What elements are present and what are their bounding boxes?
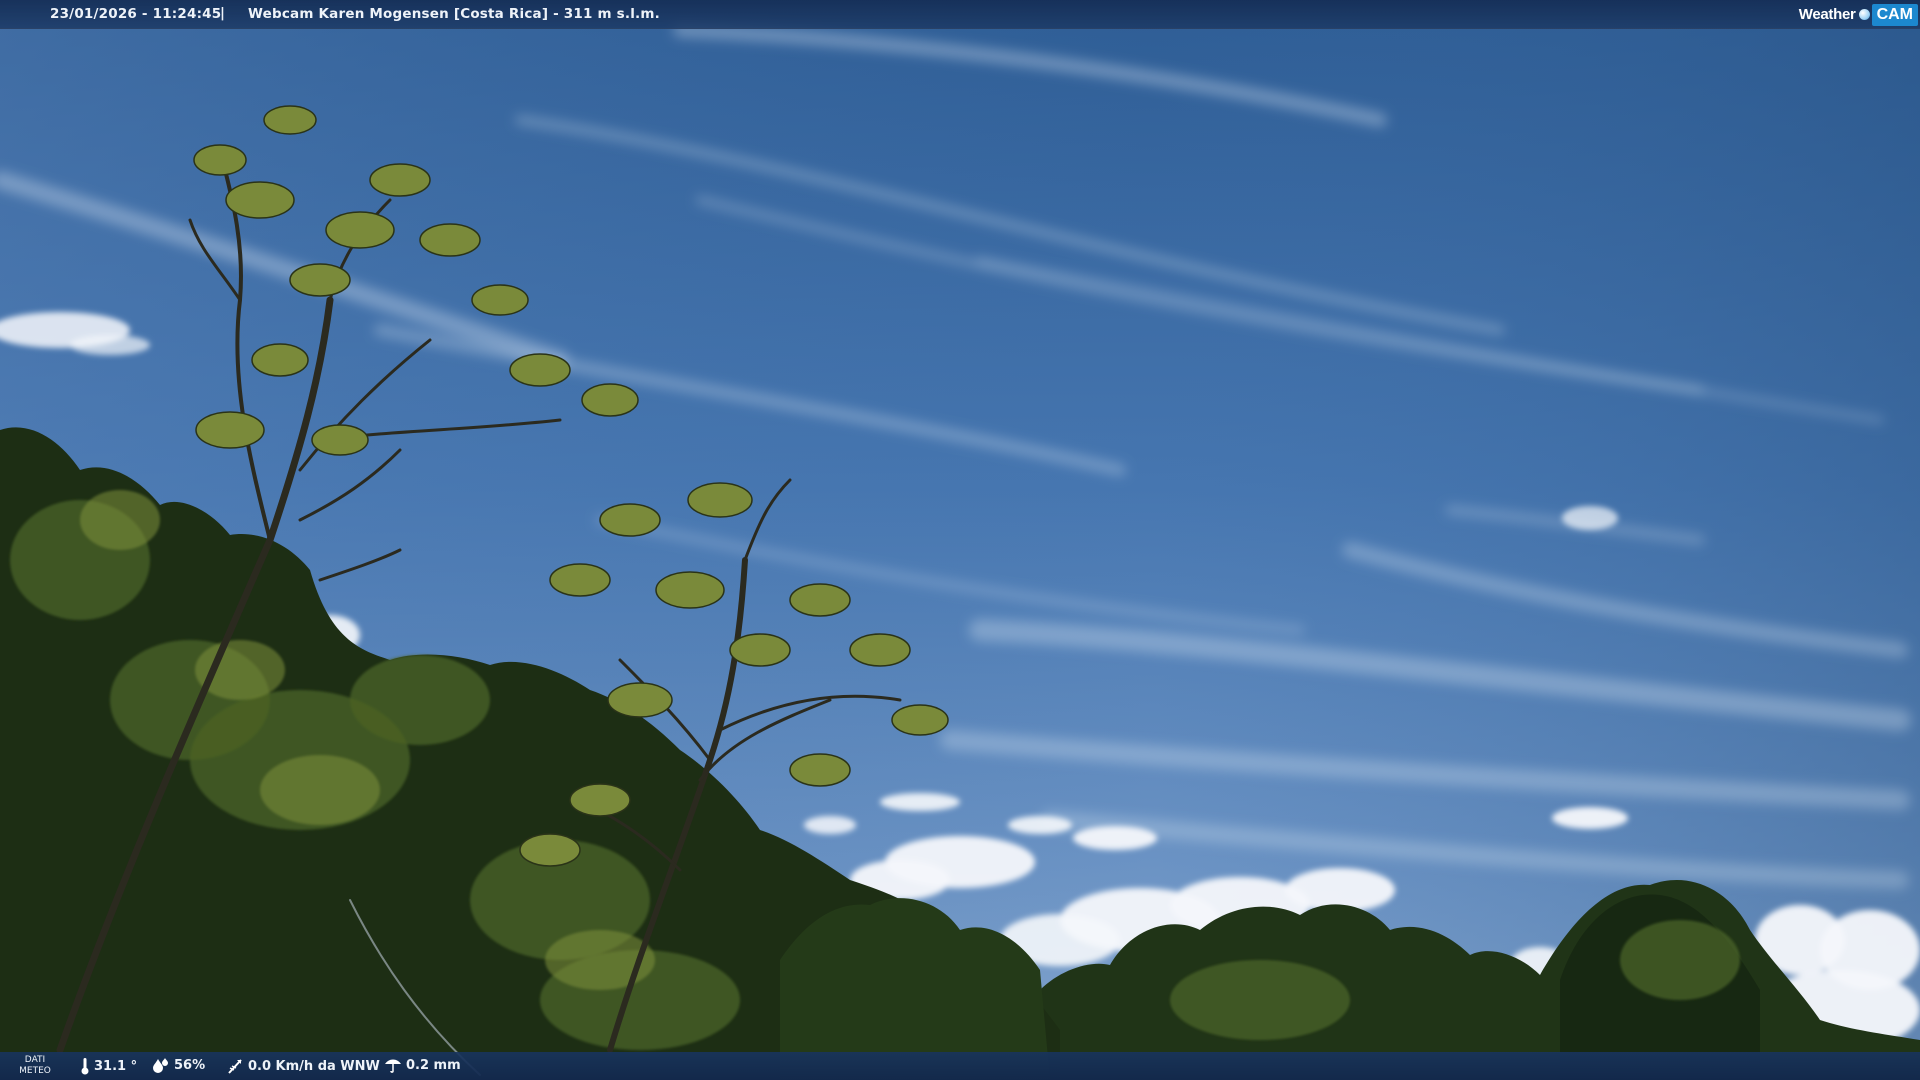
humidity-reading: 56% xyxy=(152,1057,205,1073)
humidity-value: 56% xyxy=(174,1057,206,1073)
humidity-drop-icon xyxy=(153,1058,168,1073)
rain-reading: 0.2 mm xyxy=(384,1057,461,1073)
title-separator: | xyxy=(220,5,225,21)
rain-gauge-icon xyxy=(385,1059,401,1073)
temperature-value: 31.1 ° xyxy=(94,1058,138,1074)
wind-reading: 0.0 Km/h da WNW xyxy=(226,1057,380,1075)
temperature-reading: 31.1 ° xyxy=(80,1057,137,1075)
weather-data-label-line2: METEO xyxy=(19,1066,51,1076)
webcam-scene-image xyxy=(0,0,1920,1080)
webcam-view: 23/01/2026 - 11:24:45 | Webcam Karen Mog… xyxy=(0,0,1920,1080)
logo-badge: CAM xyxy=(1871,3,1918,26)
weather-data-label: DATI METEO xyxy=(18,1055,52,1077)
logo-dot-icon xyxy=(1858,9,1870,20)
weather-data-label-line1: DATI xyxy=(24,1055,46,1065)
camera-title: Webcam Karen Mogensen [Costa Rica] - 311… xyxy=(248,6,660,22)
weather-data-bar: DATI METEO 31.1 ° 56% 0.0 Km/h da WNW 0.… xyxy=(0,1052,1920,1080)
wind-value: 0.0 Km/h da WNW xyxy=(248,1058,380,1074)
capture-datetime: 23/01/2026 - 11:24:45 xyxy=(50,6,222,22)
weathercam-logo[interactable]: Weather CAM xyxy=(1795,2,1918,27)
top-info-bar: 23/01/2026 - 11:24:45 | Webcam Karen Mog… xyxy=(0,0,1920,29)
rain-value: 0.2 mm xyxy=(406,1057,461,1073)
logo-word: Weather xyxy=(1798,6,1856,23)
thermometer-icon xyxy=(81,1058,89,1075)
wind-vane-icon xyxy=(228,1059,242,1074)
